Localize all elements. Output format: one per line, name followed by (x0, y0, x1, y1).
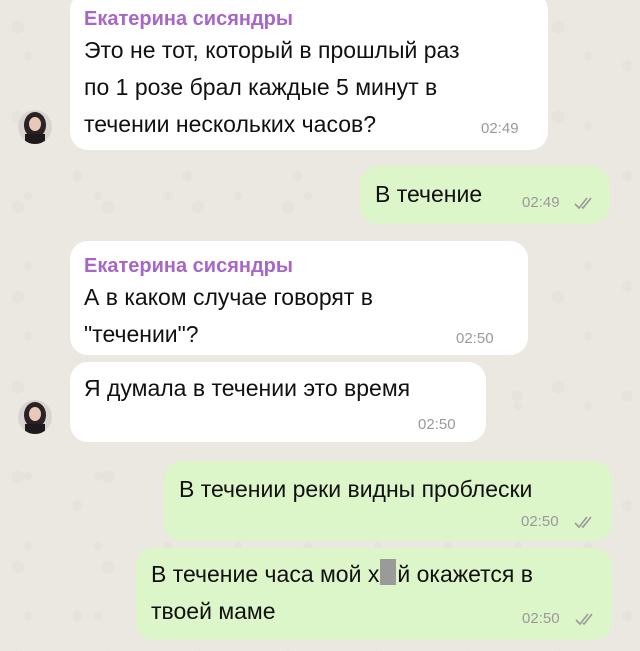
censor-block (380, 559, 397, 585)
double-check-icon (574, 516, 592, 529)
message-timestamp: 02:49 (481, 120, 519, 137)
message-text-line: В течение (375, 181, 483, 207)
message-text-line: Это не тот, который в прошлый раз (84, 37, 460, 63)
message-timestamp: 02:50 (522, 610, 560, 627)
double-check-icon (574, 197, 592, 210)
message-text-line: А в каком случае говорят в (84, 284, 373, 310)
message-bubble-incoming[interactable]: Екатерина сисяндры Это не тот, который в… (70, 0, 548, 150)
message-bubble-incoming[interactable]: Екатерина сисяндры А в каком случае гово… (70, 241, 528, 355)
message-timestamp: 02:50 (521, 513, 559, 530)
message-timestamp: 02:49 (522, 194, 560, 211)
message-text-line: течении нескольких часов? (84, 111, 377, 137)
message-bubble-outgoing[interactable]: В течение 02:49 (360, 166, 610, 224)
message-text-part: В течение часа мой х (151, 561, 380, 587)
message-text-line: по 1 розе брал каждые 5 минут в (84, 74, 438, 100)
message-text-line: В течение часа мой х й окажется в (151, 556, 533, 593)
message-text-line: "течении"? (84, 321, 199, 347)
message-bubble-incoming[interactable]: Я думала в течении это время 02:50 (70, 362, 486, 442)
sender-name[interactable]: Екатерина сисяндры (84, 255, 293, 278)
avatar[interactable] (18, 400, 52, 434)
message-bubble-outgoing[interactable]: В течение часа мой х й окажется в твоей м… (136, 548, 612, 640)
message-timestamp: 02:50 (418, 416, 456, 433)
avatar[interactable] (18, 110, 52, 144)
message-bubble-outgoing[interactable]: В течении реки видны проблески 02:50 (164, 461, 612, 541)
message-text-line: Я думала в течении это время (84, 375, 411, 401)
double-check-icon (575, 613, 593, 626)
sender-name[interactable]: Екатерина сисяндры (84, 8, 293, 31)
message-timestamp: 02:50 (456, 330, 494, 347)
message-text-line: В течении реки видны проблески (179, 476, 533, 502)
message-text-line: твоей маме (151, 598, 276, 624)
message-text-part: й окажется в (397, 561, 533, 587)
